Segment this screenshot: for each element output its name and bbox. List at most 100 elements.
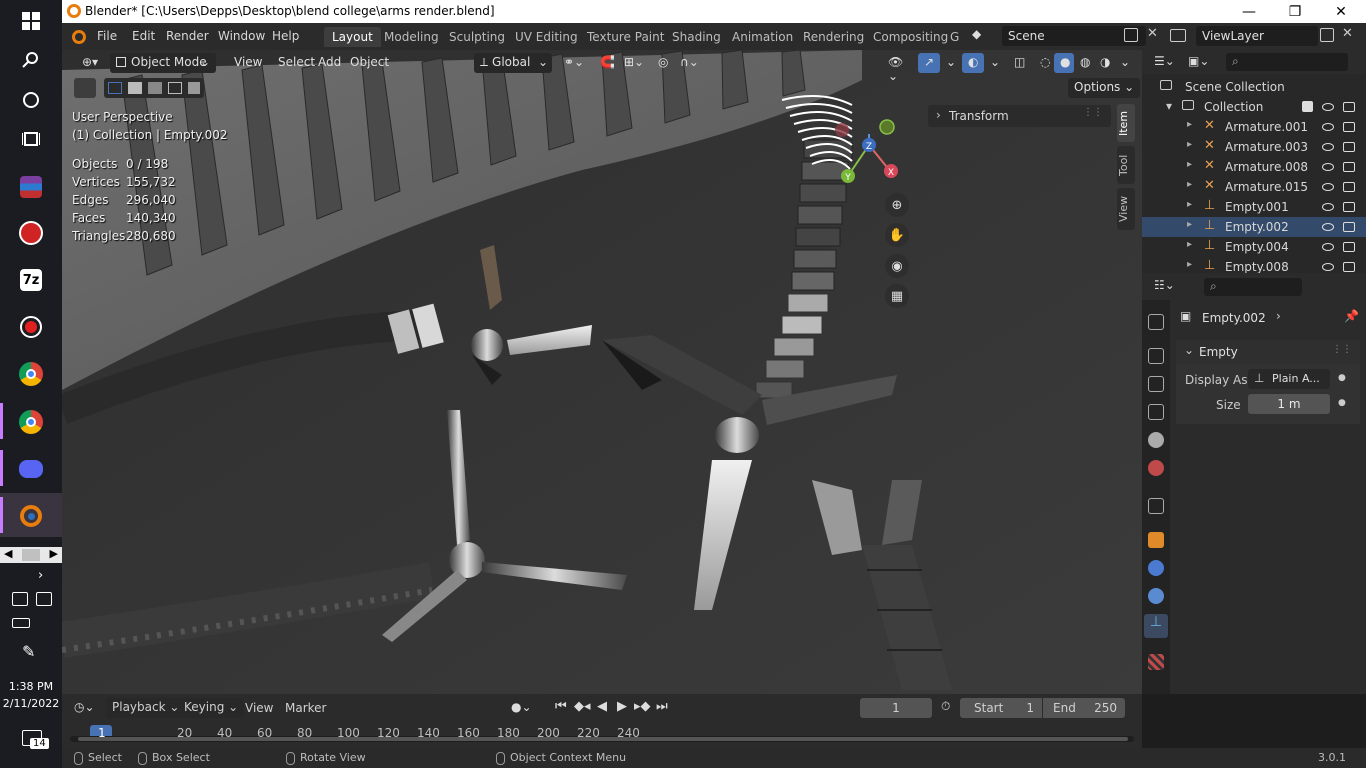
app-red-icon[interactable] — [12, 214, 50, 252]
jump-end-icon[interactable]: ⏭ — [656, 699, 668, 714]
chevron-right-icon[interactable]: ▸ — [1187, 179, 1192, 190]
sidebar-tab-tool[interactable]: Tool — [1117, 146, 1135, 184]
tab-compositing[interactable]: Compositing — [865, 27, 956, 47]
mode-dropdown[interactable]: Object Mode ⌄ — [110, 53, 216, 73]
display-mode-icon[interactable]: ▣⌄ — [1188, 54, 1209, 68]
camera-render-icon[interactable] — [1343, 222, 1355, 232]
chrome-icon[interactable] — [12, 355, 50, 393]
texture-tab-icon[interactable] — [1148, 654, 1164, 670]
discord-icon[interactable] — [12, 450, 50, 488]
empty-panel-header[interactable]: ⌄ Empty ⋮⋮ — [1176, 340, 1360, 364]
pin-icon[interactable]: 📌 — [1344, 309, 1359, 323]
visibility-icon[interactable]: 👁⌄ — [882, 53, 912, 83]
3d-viewport[interactable]: User Perspective (1) Collection | Empty.… — [62, 50, 1142, 694]
eye-icon[interactable] — [1322, 223, 1334, 231]
tab-rendering[interactable]: Rendering — [795, 27, 872, 47]
select-intersect-icon[interactable] — [188, 82, 200, 94]
camera-render-icon[interactable] — [1343, 122, 1355, 132]
chevron-down-icon[interactable]: ⌄ — [984, 53, 1000, 73]
eye-icon[interactable] — [1322, 263, 1334, 271]
editor-type-icon[interactable]: ⊕▾ — [76, 53, 104, 73]
keying-menu[interactable]: Keying ⌄ — [178, 698, 245, 718]
sidebar-tab-item[interactable]: Item — [1117, 104, 1135, 142]
gizmo-toggle-icon[interactable]: ↗ — [918, 53, 940, 73]
clock-time[interactable]: 1:38 PM — [0, 680, 62, 693]
tab-uv-editing[interactable]: UV Editing — [507, 27, 586, 47]
chevron-right-icon[interactable]: › — [1276, 309, 1281, 323]
outliner-row-collection[interactable]: ▾ Collection — [1142, 97, 1366, 117]
eye-icon[interactable] — [1322, 143, 1334, 151]
camera-render-icon[interactable] — [1343, 162, 1355, 172]
animate-dot-icon[interactable]: ● — [1338, 398, 1346, 408]
blender-menu-icon[interactable] — [72, 30, 86, 44]
auto-keying-icon[interactable]: ●⌄ — [511, 700, 532, 714]
constraints-tab-icon[interactable] — [1148, 588, 1164, 604]
gizmo-neg-y[interactable] — [879, 119, 895, 135]
clock-date[interactable]: 2/11/2022 — [0, 697, 62, 710]
camera-view-icon[interactable]: ◉ — [885, 254, 909, 278]
scene-icon[interactable]: ◆ — [972, 27, 990, 47]
camera-render-icon[interactable] — [1343, 202, 1355, 212]
camera-render-icon[interactable] — [1343, 242, 1355, 252]
outliner-row-item[interactable]: ▸ ⊥ Empty.004 — [1142, 237, 1366, 257]
chevron-right-icon[interactable]: ▸ — [1187, 199, 1192, 210]
outliner-row-item[interactable]: ▸ ⊥ Empty.001 — [1142, 197, 1366, 217]
tab-animation[interactable]: Animation — [724, 27, 801, 47]
eye-icon[interactable] — [1322, 183, 1334, 191]
windows-start-icon[interactable] — [12, 2, 50, 40]
recorder-icon[interactable] — [12, 308, 50, 346]
tool-tab-icon[interactable] — [1148, 314, 1164, 330]
view-layer-tab-icon[interactable] — [1148, 404, 1164, 420]
render-tab-icon[interactable] — [1148, 348, 1164, 364]
outliner-row-item[interactable]: ▸ ✕ Armature.008 — [1142, 157, 1366, 177]
menu-object[interactable]: Object — [344, 53, 395, 73]
menu-view[interactable]: View — [228, 53, 268, 73]
tab-geometry[interactable]: G — [947, 27, 962, 47]
eye-icon[interactable] — [1322, 123, 1334, 131]
chevron-down-icon[interactable]: ⌄ — [940, 53, 956, 73]
camera-render-icon[interactable] — [1343, 182, 1355, 192]
playback-menu[interactable]: Playback ⌄ — [106, 698, 186, 718]
pivot-point-icon[interactable]: ⚭⌄ — [558, 53, 590, 73]
collection-tab-icon[interactable] — [1148, 498, 1164, 514]
task-view-icon[interactable] — [12, 120, 50, 158]
outliner-row-item[interactable]: ▸ ✕ Armature.003 — [1142, 137, 1366, 157]
view-layer-field[interactable]: ViewLayer — [1196, 26, 1318, 46]
snap-icon[interactable]: 🧲 — [594, 53, 618, 73]
restore-button[interactable]: ❐ — [1272, 0, 1318, 23]
chevron-right-icon[interactable]: ▸ — [1187, 119, 1192, 130]
ortho-grid-icon[interactable]: ▦ — [885, 284, 909, 308]
tab-layout[interactable]: Layout — [324, 27, 381, 47]
gizmo-neg-x[interactable] — [835, 123, 849, 137]
end-frame-field[interactable]: End 250 — [1043, 698, 1125, 718]
select-subtract-icon[interactable] — [148, 82, 162, 94]
wireframe-shading-icon[interactable]: ◌ — [1034, 53, 1054, 73]
new-scene-icon[interactable] — [1124, 28, 1138, 42]
solid-shading-icon[interactable]: ● — [1054, 53, 1074, 73]
outliner-row-item[interactable]: ▸ ⊥ Empty.002 — [1142, 217, 1366, 237]
next-keyframe-icon[interactable]: ▸◆ — [634, 699, 651, 714]
chevron-right-icon[interactable]: › — [38, 568, 43, 583]
photos-icon[interactable] — [36, 592, 52, 606]
timeline-marker-menu[interactable]: Marker — [285, 701, 326, 715]
rendered-shading-icon[interactable]: ◑ — [1094, 53, 1114, 73]
delete-view-layer-icon[interactable]: ✕ — [1342, 26, 1353, 41]
exclude-checkbox[interactable] — [1302, 101, 1313, 112]
play-icon[interactable]: ▶ — [617, 699, 627, 714]
view-layer-icon[interactable] — [1170, 29, 1186, 42]
menu-window[interactable]: Window — [218, 29, 265, 43]
select-tool-icon[interactable] — [74, 78, 96, 98]
outliner-search-input[interactable]: ⌕ — [1226, 53, 1348, 71]
animate-dot-icon[interactable]: ● — [1338, 373, 1346, 383]
object-tab-icon[interactable] — [1148, 532, 1164, 548]
prev-keyframe-icon[interactable]: ◆◂ — [574, 699, 591, 714]
taskbar-scroller[interactable]: ◀ ▶ — [0, 547, 62, 563]
falloff-icon[interactable]: ∩⌄ — [674, 53, 700, 73]
cortana-icon[interactable] — [12, 81, 50, 119]
winrar-icon[interactable] — [12, 168, 50, 206]
options-dropdown[interactable]: Options ⌄ — [1068, 78, 1141, 98]
select-invert-icon[interactable] — [168, 82, 182, 94]
outliner-row-scene-collection[interactable]: Scene Collection — [1142, 77, 1366, 97]
chevron-right-icon[interactable]: ▸ — [1187, 219, 1192, 230]
play-reverse-icon[interactable]: ◀ — [597, 699, 607, 714]
